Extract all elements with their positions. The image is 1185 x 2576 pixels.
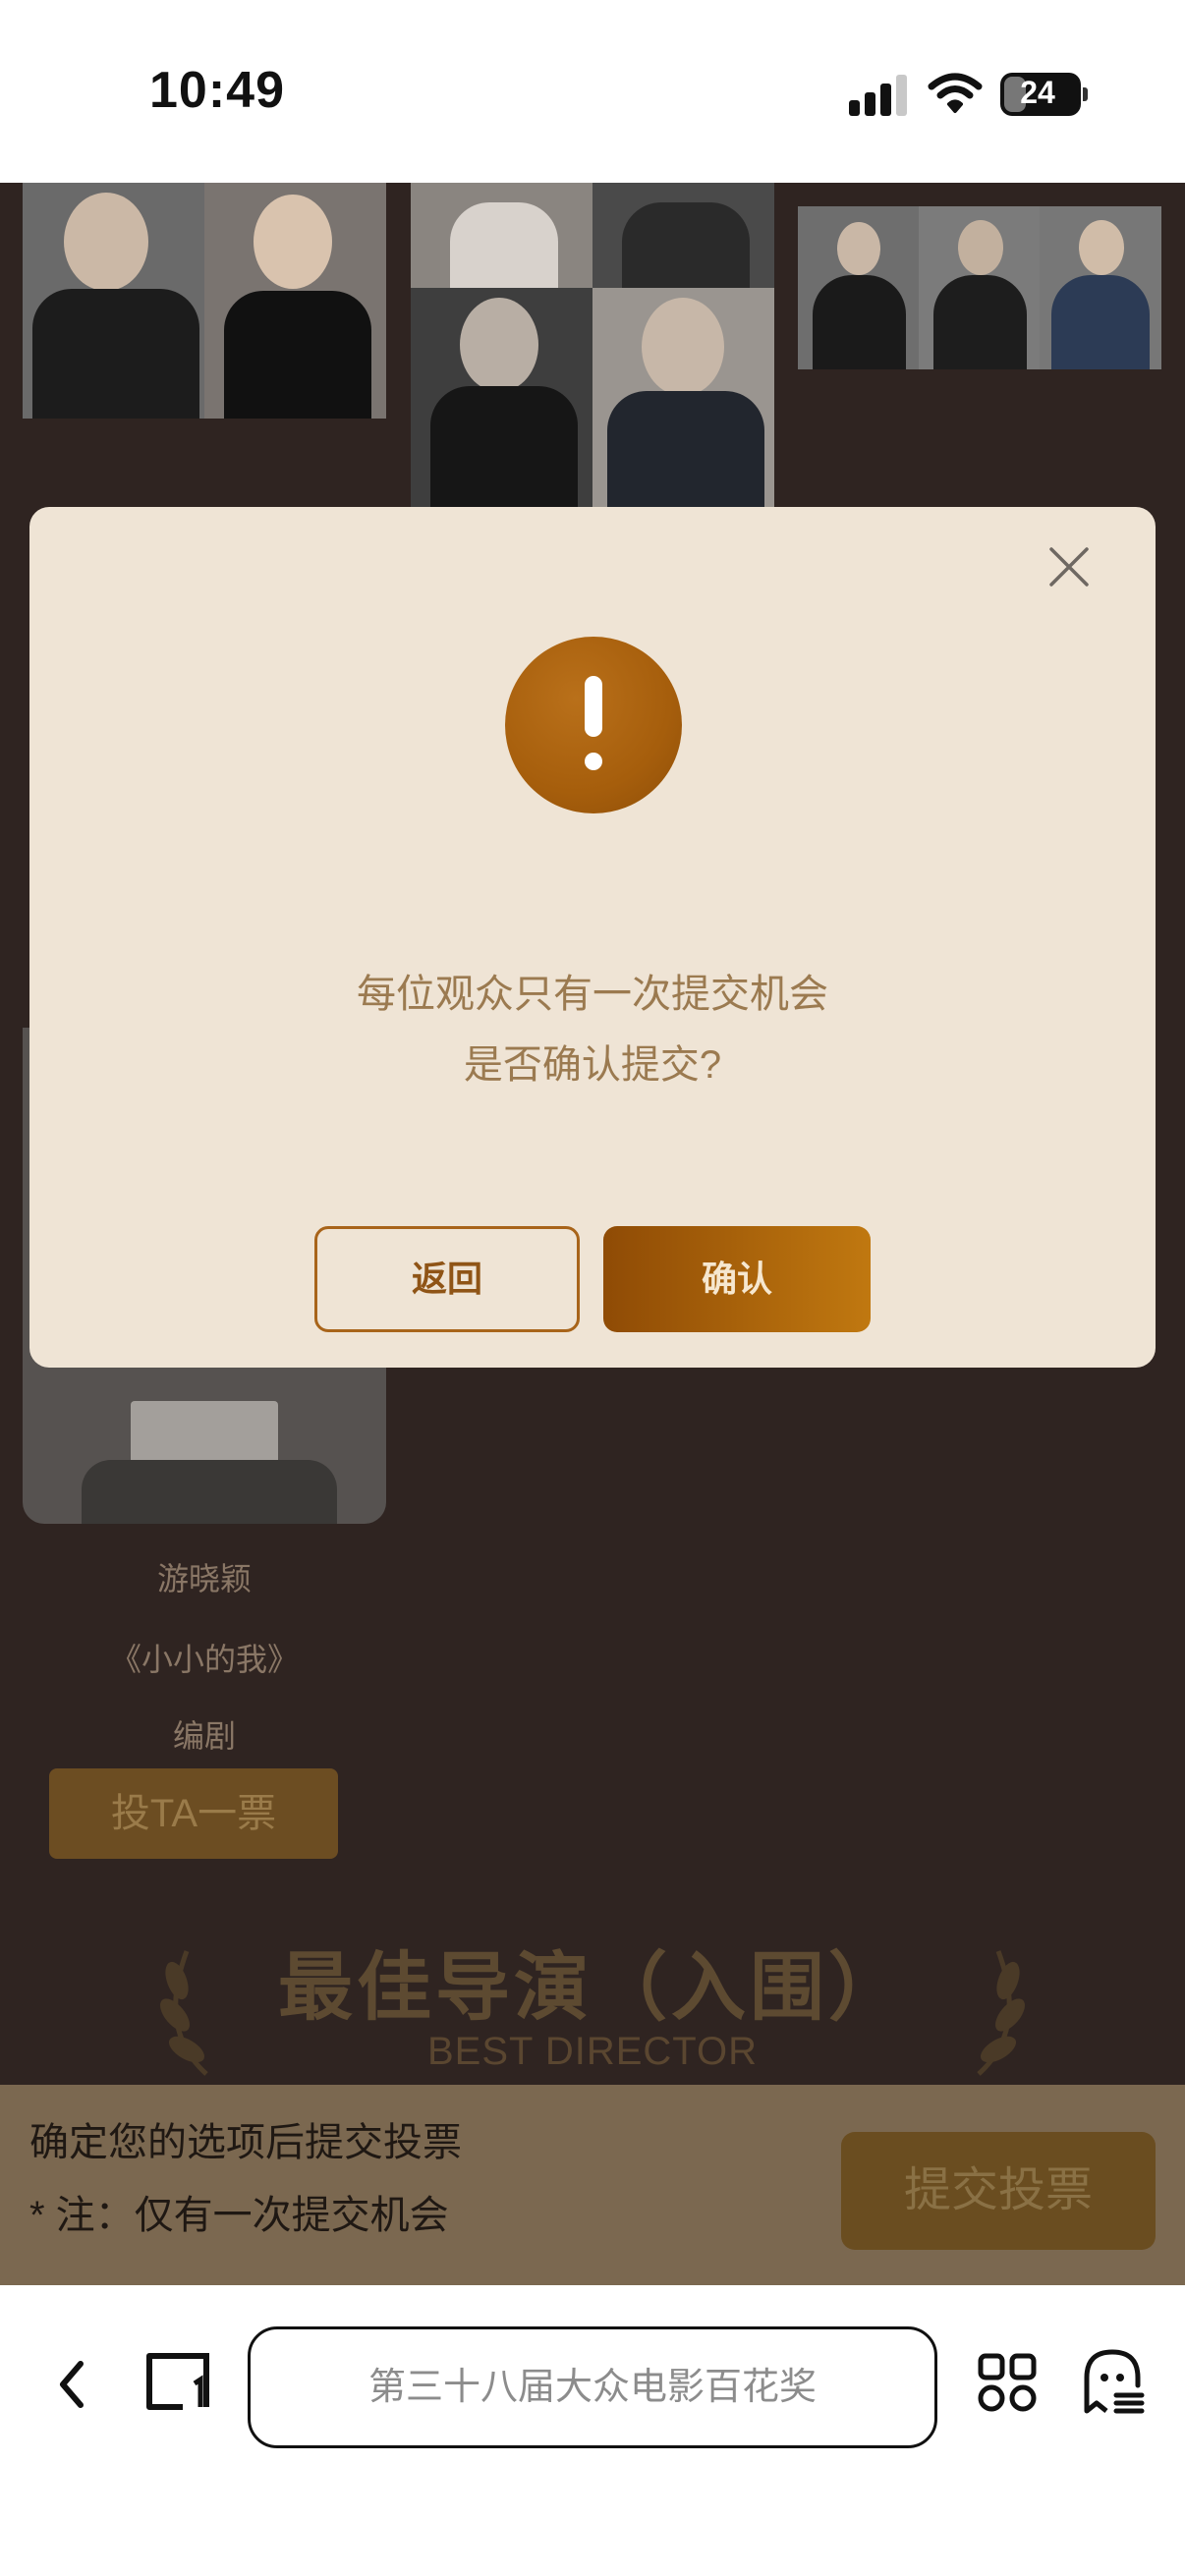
nominee-photo-card[interactable] — [23, 183, 386, 419]
ghost-menu-icon[interactable] — [1081, 2346, 1146, 2417]
section-title: 最佳导演（入围） — [278, 1946, 907, 2030]
submit-instruction: 确定您的选项后提交投票 — [29, 2121, 462, 2164]
submit-note: * 注：仅有一次提交机会 — [29, 2194, 449, 2237]
status-time: 10:49 — [149, 62, 285, 119]
nominee-film: 《小小的我》 — [109, 1642, 299, 1677]
wifi-icon — [928, 73, 983, 113]
back-button[interactable]: 返回 — [314, 1226, 580, 1332]
battery-icon: 24 — [1000, 73, 1088, 116]
confirm-button[interactable]: 确认 — [603, 1226, 871, 1332]
nominee-photo-card[interactable] — [411, 183, 774, 507]
back-arrow-icon[interactable] — [49, 2354, 94, 2415]
close-icon[interactable] — [1040, 537, 1099, 596]
nominee-photo — [82, 1460, 337, 1524]
nominee-photo — [798, 206, 919, 369]
exclamation-icon — [505, 637, 682, 813]
dialog-message-line2: 是否确认提交? — [463, 1043, 722, 1087]
apps-grid-icon[interactable] — [975, 2350, 1040, 2415]
url-bar[interactable]: 第三十八届大众电影百花奖 — [248, 2326, 937, 2448]
nominee-role: 编剧 — [172, 1718, 236, 1754]
battery-level: 24 — [1020, 75, 1055, 110]
submit-bar: 确定您的选项后提交投票 * 注：仅有一次提交机会 提交投票 — [0, 2085, 1185, 2285]
nominee-photo — [23, 183, 204, 419]
nominee-photo-card[interactable] — [798, 206, 1161, 369]
nominee-photo — [411, 288, 592, 507]
browser-toolbar: 第三十八届大众电影百花奖 — [0, 2285, 1185, 2576]
nominee-name: 游晓颖 — [156, 1561, 252, 1596]
nominee-photo — [411, 183, 592, 288]
nominee-photo — [1040, 206, 1161, 369]
nominee-photo — [919, 206, 1040, 369]
section-subtitle: BEST DIRECTOR — [426, 2030, 759, 2073]
submit-vote-button[interactable]: 提交投票 — [841, 2132, 1156, 2250]
dialog-message: 每位观众只有一次提交机会 是否确认提交? — [29, 959, 1156, 1100]
nominee-photo — [204, 183, 386, 419]
cellular-signal-icon — [849, 75, 908, 116]
vote-button[interactable]: 投TA一票 — [49, 1768, 338, 1859]
tabs-icon[interactable] — [143, 2350, 212, 2415]
nominee-photo — [592, 288, 774, 507]
nominee-photo — [592, 183, 774, 288]
dialog-message-line1: 每位观众只有一次提交机会 — [357, 973, 828, 1016]
status-bar: 10:49 24 — [0, 0, 1185, 183]
